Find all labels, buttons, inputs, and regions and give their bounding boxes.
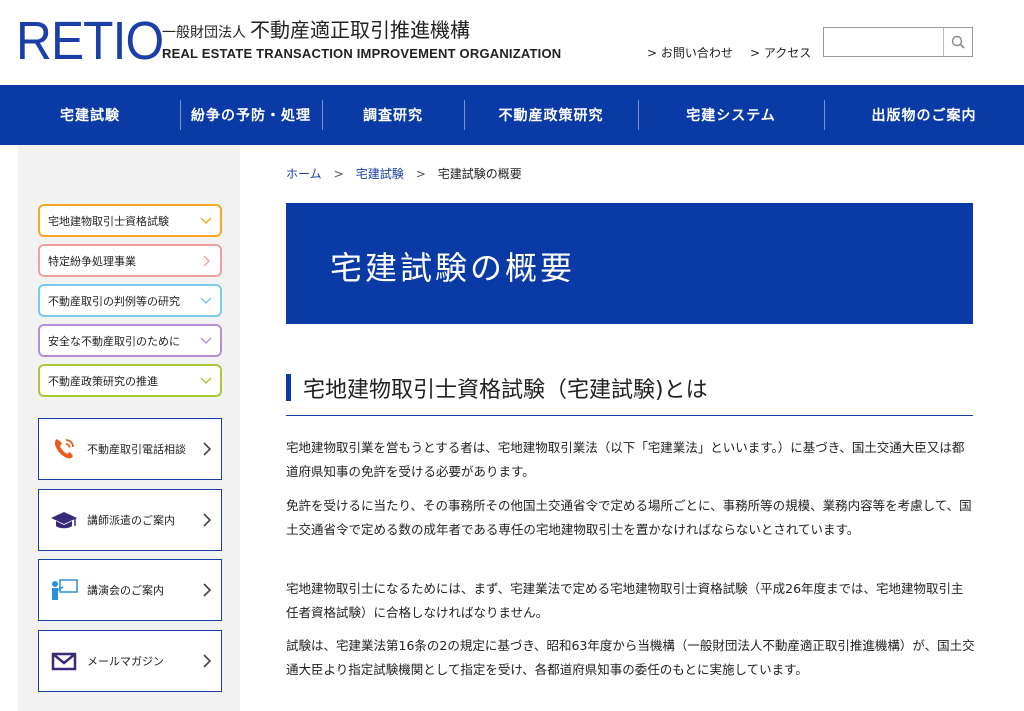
heading-accent-bar [286, 374, 291, 401]
chevron-right-icon [203, 654, 212, 668]
sidebar-item-safe-transactions[interactable]: 安全な不動産取引のために [38, 324, 222, 357]
phone-consultation-button[interactable]: 不動産取引電話相談 [38, 418, 222, 480]
access-link[interactable]: > アクセス [750, 44, 811, 61]
section-title: 宅地建物取引士資格試験（宅建試験)とは [303, 378, 708, 403]
org-name: 一般財団法人 不動産適正取引推進機構 [162, 14, 470, 43]
nav-item-dispute[interactable]: 紛争の予防・処理 [180, 85, 322, 145]
search-icon [951, 35, 965, 49]
lecture-icon [47, 573, 81, 607]
search-input[interactable] [824, 28, 944, 56]
retio-logo[interactable]: RETIO [16, 14, 164, 68]
contact-link[interactable]: > お問い合わせ [647, 44, 733, 61]
sidebar: 宅地建物取引士資格試験 特定紛争処理事業 不動産取引の判例等の研究 安全な不動産… [18, 145, 240, 711]
site-header: RETIO 一般財団法人 不動産適正取引推進機構 REAL ESTATE TRAN… [0, 0, 1024, 85]
body-paragraph-2: 免許を受けるに当たり、その事務所その他国土交通省令で定める場所ごとに、事務所等の… [286, 498, 972, 537]
body-paragraph-4: 試験は、宅建業法第16条の2の規定に基づき、昭和63年度から当機構（一般財団法人… [286, 638, 975, 677]
nav-item-research[interactable]: 調査研究 [322, 85, 464, 145]
chevron-down-icon [200, 377, 212, 384]
sidebar-item-label: 不動産政策研究の推進 [48, 374, 158, 388]
breadcrumb-separator: > [333, 167, 344, 181]
lecture-info-label: 講演会のご案内 [87, 584, 164, 597]
search-box [823, 27, 973, 57]
sidebar-item-dispute-processing[interactable]: 特定紛争処理事業 [38, 244, 222, 277]
global-nav: 宅建試験 紛争の予防・処理 調査研究 不動産政策研究 宅建システム 出版物のご案… [0, 85, 1024, 145]
breadcrumb-current: 宅建試験の概要 [437, 167, 522, 181]
body-paragraph-3: 宅地建物取引士になるためには、まず、宅建業法で定める宅地建物取引士資格試験（平成… [286, 581, 964, 620]
breadcrumb: ホーム > 宅建試験 > 宅建試験の概要 [286, 165, 522, 182]
sidebar-item-label: 安全な不動産取引のために [48, 334, 180, 348]
chevron-right-icon [203, 255, 210, 267]
sidebar-item-label: 宅地建物取引士資格試験 [48, 214, 169, 228]
mail-icon [47, 644, 81, 678]
org-name-text: 不動産適正取引推進機構 [250, 18, 470, 42]
phone-icon [47, 432, 81, 466]
mail-magazine-button[interactable]: メールマガジン [38, 630, 222, 692]
sidebar-item-label: 不動産取引の判例等の研究 [48, 294, 180, 308]
org-name-en: REAL ESTATE TRANSACTION IMPROVEMENT ORGA… [162, 46, 562, 61]
sidebar-item-policy-promotion[interactable]: 不動産政策研究の推進 [38, 364, 222, 397]
breadcrumb-takken-exam[interactable]: 宅建試験 [356, 167, 404, 181]
chevron-right-icon [203, 442, 212, 456]
sidebar-item-case-research[interactable]: 不動産取引の判例等の研究 [38, 284, 222, 317]
sidebar-item-label: 特定紛争処理事業 [48, 254, 136, 268]
lecturer-dispatch-button[interactable]: 講師派遣のご案内 [38, 489, 222, 551]
nav-item-takken-system[interactable]: 宅建システム [638, 85, 824, 145]
page-hero: 宅建試験の概要 [286, 203, 973, 324]
graduation-cap-icon [47, 503, 81, 537]
nav-item-policy-research[interactable]: 不動産政策研究 [464, 85, 638, 145]
body-paragraph-1: 宅地建物取引業を営もうとする者は、宅地建物取引業法（以下「宅建業法」といいます。… [286, 440, 965, 479]
sidebar-item-takken-exam[interactable]: 宅地建物取引士資格試験 [38, 204, 222, 237]
chevron-down-icon [200, 217, 212, 224]
nav-item-takken-exam[interactable]: 宅建試験 [0, 85, 180, 145]
search-button[interactable] [943, 28, 972, 56]
chevron-right-icon [203, 513, 212, 527]
chevron-right-icon [203, 583, 212, 597]
chevron-down-icon [200, 297, 212, 304]
section-heading: 宅地建物取引士資格試験（宅建試験)とは [286, 371, 973, 416]
nav-item-publications[interactable]: 出版物のご案内 [824, 85, 1024, 145]
page-title: 宅建試験の概要 [330, 249, 576, 287]
mail-magazine-label: メールマガジン [87, 655, 164, 668]
breadcrumb-home[interactable]: ホーム [286, 167, 322, 181]
phone-consultation-label: 不動産取引電話相談 [87, 443, 186, 456]
lecturer-dispatch-label: 講師派遣のご案内 [87, 514, 175, 527]
chevron-down-icon [200, 337, 212, 344]
lecture-info-button[interactable]: 講演会のご案内 [38, 559, 222, 621]
org-prefix: 一般財団法人 [162, 25, 246, 41]
breadcrumb-separator: > [415, 167, 426, 181]
